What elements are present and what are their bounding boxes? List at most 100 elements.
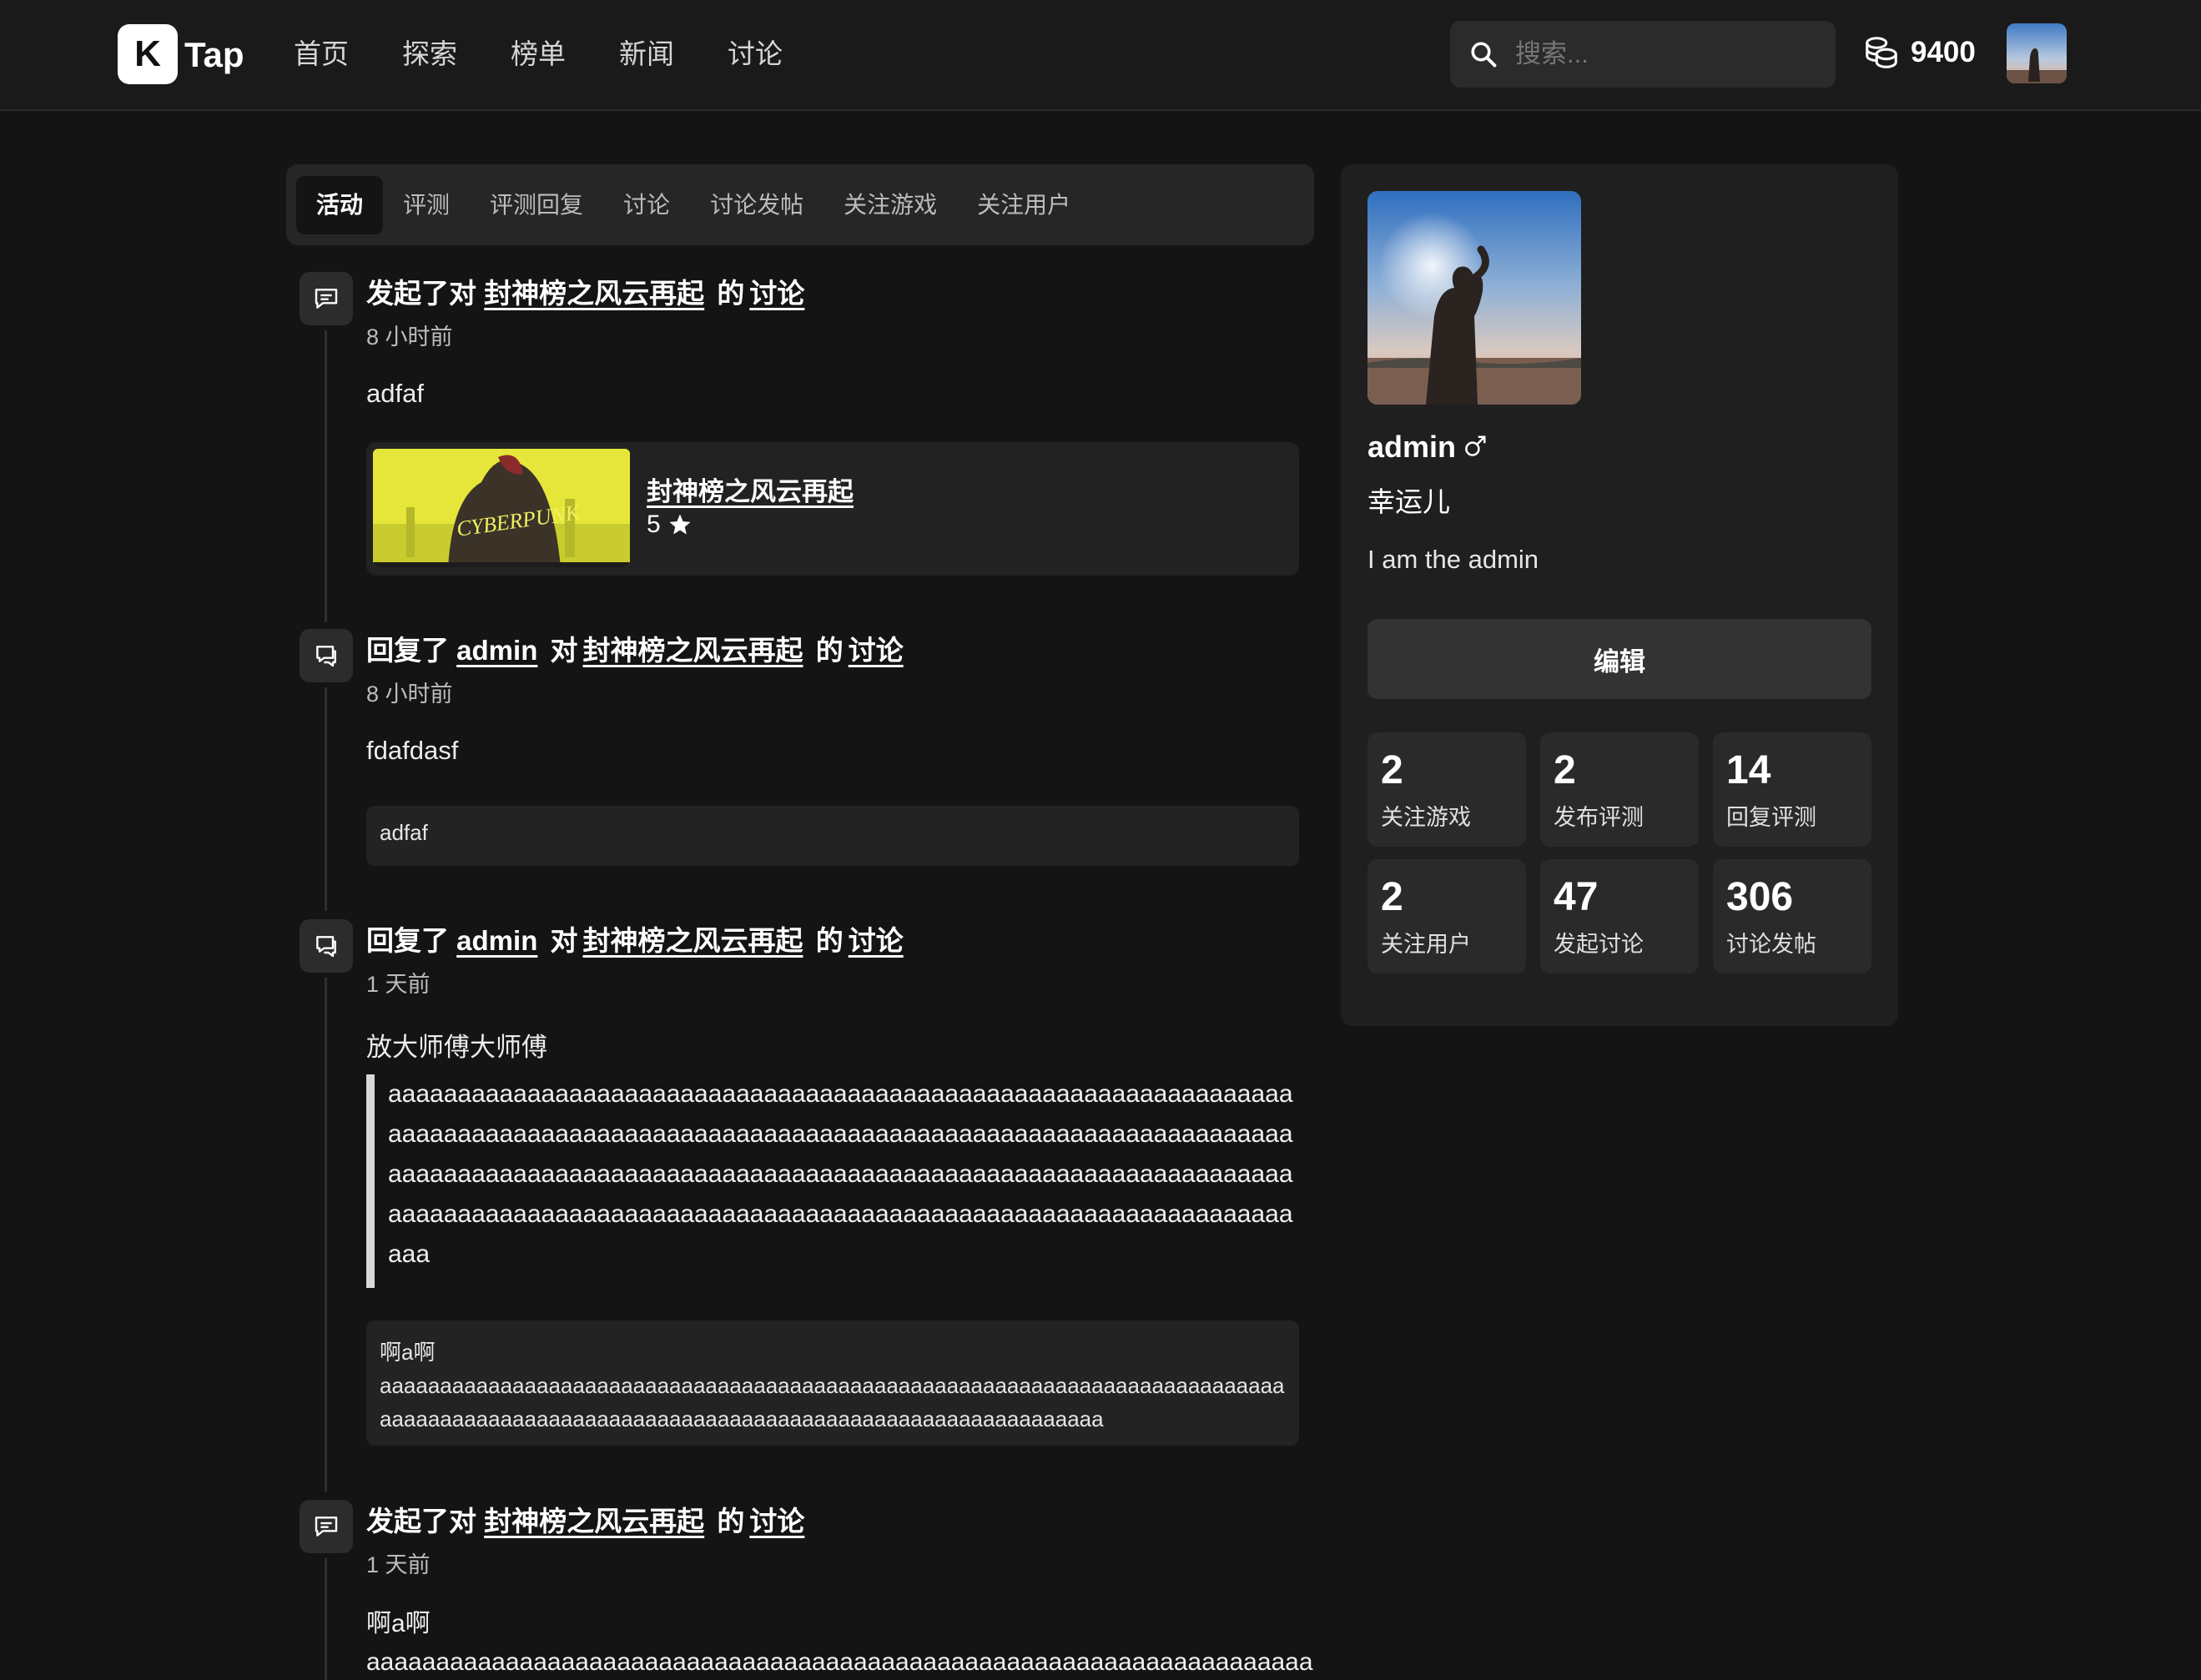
stat-value: 2 [1381, 875, 1403, 919]
coin-balance[interactable]: 9400 [1862, 33, 1976, 72]
game-link[interactable]: 封神榜之风云再起 [583, 925, 803, 956]
profile-username: admin [1367, 430, 1457, 464]
stat-label: 发起讨论 [1554, 932, 1644, 957]
profile-title: 幸运儿 [1367, 486, 1450, 517]
profile-bio: I am the admin [1367, 545, 1539, 574]
logo-icon[interactable]: K [118, 24, 178, 84]
activity-verb: 发起了对 [366, 278, 476, 309]
activity-headline: 发起了对 封神榜之风云再起 的讨论 [366, 275, 804, 312]
nav-item-discussions[interactable]: 讨论 [728, 33, 783, 75]
discussion-link[interactable]: 讨论 [849, 635, 904, 666]
activity-to: 对 [550, 925, 578, 956]
avatar-photo [1367, 191, 1581, 405]
male-icon [1465, 435, 1486, 456]
stat-value: 2 [1554, 748, 1576, 792]
avatar-photo [2007, 23, 2067, 83]
stat-discussion-posts[interactable]: 306 讨论发帖 [1713, 859, 1871, 973]
stat-value: 306 [1726, 875, 1794, 919]
user-avatar[interactable] [2007, 23, 2067, 83]
activity-body: 放大师傅大师傅 [366, 1033, 547, 1062]
profile-name: admin [1367, 430, 1488, 465]
stat-started-discussions[interactable]: 47 发起讨论 [1540, 859, 1699, 973]
stat-published-reviews[interactable]: 2 发布评测 [1540, 732, 1699, 847]
activity-headline: 回复了 admin 对封神榜之风云再起 的讨论 [366, 923, 904, 959]
activity-time: 1 天前 [366, 972, 431, 997]
activity-body-text: aaaaaaaaaaaaaaaaaaaaaaaaaaaaaaaaaaaaaaaa… [366, 1648, 1313, 1676]
activity-item: 回复了 admin 对封神榜之风云再起 的讨论 8 小时前 fdafdasf a… [286, 624, 1314, 912]
activity-of: 的 [717, 278, 745, 309]
activity-body: fdafdasf [366, 736, 459, 765]
star-icon [669, 514, 691, 535]
stat-label: 关注游戏 [1381, 805, 1471, 830]
coins-value: 9400 [1911, 36, 1976, 68]
activity-body-title: 啊a啊 [366, 1610, 431, 1637]
tab-review-replies[interactable]: 评测回复 [470, 176, 603, 234]
chat-reply-icon [300, 629, 353, 682]
activity-body: adfaf [366, 379, 424, 408]
game-link[interactable]: 封神榜之风云再起 [484, 1506, 704, 1537]
quoted-post[interactable]: 啊a啊 aaaaaaaaaaaaaaaaaaaaaaaaaaaaaaaaaaaa… [366, 1320, 1299, 1446]
logo-text[interactable]: Tap [184, 32, 244, 78]
coins-icon [1866, 37, 1897, 68]
activity-time: 8 小时前 [366, 682, 453, 707]
stat-label: 关注用户 [1381, 932, 1471, 957]
tab-activity[interactable]: 活动 [296, 175, 384, 234]
stat-value: 47 [1554, 875, 1599, 919]
tab-followed-users[interactable]: 关注用户 [957, 176, 1090, 234]
activity-headline: 发起了对 封神榜之风云再起 的讨论 [366, 1503, 804, 1540]
quoted-post[interactable]: adfaf [366, 806, 1299, 866]
discussion-link[interactable]: 讨论 [849, 925, 904, 956]
stat-followed-users[interactable]: 2 关注用户 [1367, 859, 1526, 973]
search-input[interactable] [1515, 21, 1824, 88]
game-link[interactable]: 封神榜之风云再起 [583, 635, 803, 666]
profile-tabs: 活动 评测 评测回复 讨论 讨论发帖 关注游戏 关注用户 [286, 164, 1314, 245]
activity-headline: 回复了 admin 对封神榜之风云再起 的讨论 [366, 632, 904, 669]
stat-review-replies[interactable]: 14 回复评测 [1713, 732, 1871, 847]
search-box [1450, 21, 1836, 88]
stat-value: 14 [1726, 748, 1771, 792]
stat-value: 2 [1381, 748, 1403, 792]
discussion-link[interactable]: 讨论 [749, 278, 804, 309]
stat-label: 发布评测 [1554, 805, 1644, 830]
chat-bubble-icon [300, 272, 353, 325]
activity-verb: 发起了对 [366, 1506, 476, 1537]
chat-reply-icon [300, 919, 353, 973]
search-icon [1471, 42, 1497, 68]
user-link[interactable]: admin [456, 925, 537, 956]
activity-item: 发起了对 封神榜之风云再起 的讨论 8 小时前 adfaf CYBERPUNK … [286, 267, 1314, 626]
chat-bubble-icon [300, 1500, 353, 1553]
game-card-title[interactable]: 封神榜之风云再起 [647, 470, 854, 508]
quoted-post-text: adfaf [380, 820, 428, 845]
activity-verb: 回复了 [366, 635, 449, 666]
game-card[interactable]: CYBERPUNK 封神榜之风云再起 5 [366, 442, 1299, 576]
game-cover-image: CYBERPUNK [373, 449, 630, 567]
nav-item-news[interactable]: 新闻 [619, 33, 674, 75]
nav-item-rankings[interactable]: 榜单 [511, 33, 566, 75]
activity-of: 的 [717, 1506, 745, 1537]
main-nav: 首页 探索 榜单 新闻 讨论 [294, 33, 783, 75]
activity-of: 的 [815, 635, 844, 666]
score-value: 5 [647, 511, 661, 538]
activity-item: 回复了 admin 对封神榜之风云再起 的讨论 1 天前 放大师傅大师傅 aaa… [286, 914, 1314, 1498]
activity-item: 发起了对 封神榜之风云再起 的讨论 1 天前 啊a啊 aaaaaaaaaaaaa… [286, 1495, 1314, 1680]
nav-item-explore[interactable]: 探索 [402, 33, 457, 75]
tab-discussions[interactable]: 讨论 [603, 176, 690, 234]
nav-item-home[interactable]: 首页 [294, 33, 349, 75]
activity-to: 对 [550, 635, 578, 666]
user-link[interactable]: admin [456, 635, 537, 666]
edit-profile-button[interactable]: 编辑 [1367, 619, 1871, 699]
stat-label: 讨论发帖 [1726, 932, 1816, 957]
game-link[interactable]: 封神榜之风云再起 [484, 278, 704, 309]
reply-blockquote: aaaaaaaaaaaaaaaaaaaaaaaaaaaaaaaaaaaaaaaa… [366, 1074, 1299, 1288]
stat-followed-games[interactable]: 2 关注游戏 [1367, 732, 1526, 847]
tab-discussion-posts[interactable]: 讨论发帖 [690, 176, 823, 234]
activity-time: 1 天前 [366, 1552, 431, 1577]
quoted-post-title: 啊a啊 [380, 1340, 436, 1365]
profile-avatar [1367, 191, 1581, 405]
activity-verb: 回复了 [366, 925, 449, 956]
stat-label: 回复评测 [1726, 805, 1816, 830]
tab-reviews[interactable]: 评测 [383, 176, 470, 234]
tab-followed-games[interactable]: 关注游戏 [823, 176, 957, 234]
activity-body: 啊a啊 aaaaaaaaaaaaaaaaaaaaaaaaaaaaaaaaaaaa… [366, 1605, 1314, 1680]
discussion-link[interactable]: 讨论 [749, 1506, 804, 1537]
